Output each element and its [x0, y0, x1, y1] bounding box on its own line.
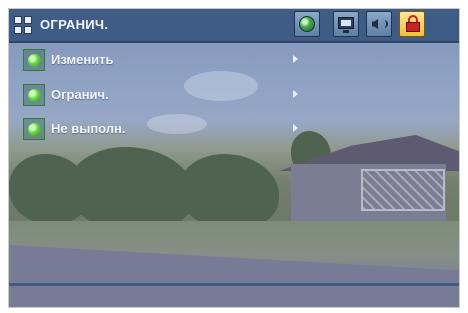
bullet-box — [23, 49, 45, 71]
video-tab-button[interactable] — [333, 11, 359, 37]
menu-item-label: Изменить — [51, 52, 114, 67]
house-lattice — [361, 169, 445, 211]
menu-item-not-executed[interactable]: Не выполн. — [23, 118, 303, 140]
tree-cluster — [69, 147, 194, 232]
chevron-right-icon — [293, 55, 298, 63]
menu-item-change[interactable]: Изменить — [23, 49, 303, 71]
audio-tab-button[interactable] — [366, 11, 392, 37]
chevron-right-icon — [293, 124, 298, 132]
menu-item-label: Огранич. — [51, 87, 109, 102]
speaker-icon — [372, 19, 378, 29]
monitor-icon — [338, 17, 354, 29]
page-title: ОГРАНИЧ. — [40, 17, 109, 32]
menu-item-label: Не выполн. — [51, 121, 126, 136]
green-bullet-icon — [28, 123, 41, 136]
restriction-menu-screen: ОГРАНИЧ. Изменить Огранич. Не выполн. — [8, 8, 460, 308]
tree-cluster — [179, 154, 279, 229]
parental-lock-tab-button[interactable] — [399, 11, 425, 37]
menu-item-restriction[interactable]: Огранич. — [23, 84, 303, 106]
green-bullet-icon — [28, 89, 41, 102]
green-bullet-icon — [28, 54, 41, 67]
lock-body — [406, 22, 420, 32]
title-bar: ОГРАНИЧ. — [9, 9, 459, 41]
monitor-stand — [343, 30, 349, 33]
chevron-right-icon — [293, 90, 298, 98]
language-tab-button[interactable] — [294, 11, 320, 37]
globe-icon — [299, 16, 315, 32]
sound-wave-icon — [380, 20, 388, 28]
bottom-status-bar — [9, 283, 459, 286]
bullet-box — [23, 118, 45, 140]
bullet-box — [23, 84, 45, 106]
settings-grid-icon — [13, 15, 33, 35]
